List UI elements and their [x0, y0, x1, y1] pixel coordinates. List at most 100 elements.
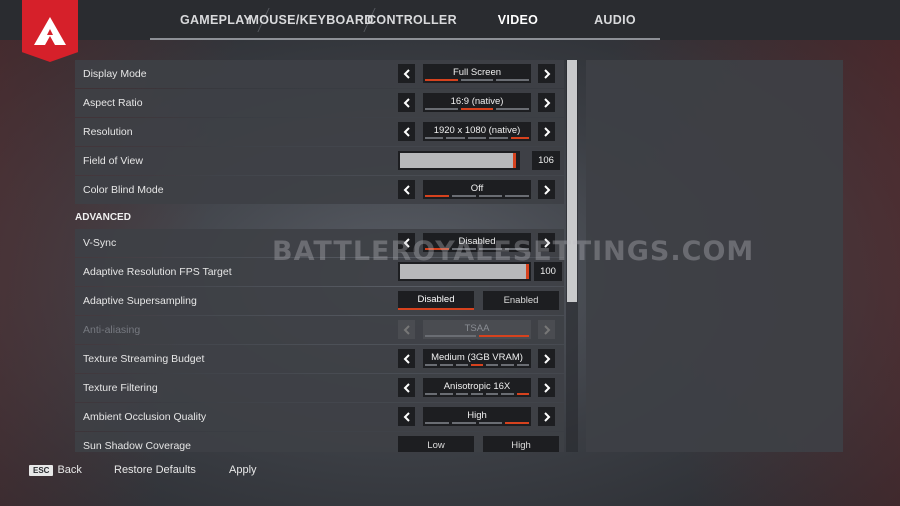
chevron-right-icon — [543, 184, 550, 195]
slider-handle[interactable] — [526, 264, 529, 279]
setting-label: Adaptive Supersampling — [83, 295, 197, 307]
option-ticks — [425, 248, 529, 250]
prev-option-button[interactable] — [398, 180, 415, 199]
next-option-button[interactable] — [538, 93, 555, 112]
selected-value: Disabled — [458, 235, 496, 247]
option-selector: High — [423, 407, 531, 426]
disabled-option-button[interactable]: Disabled — [398, 291, 474, 310]
setting-label: Texture Filtering — [83, 382, 158, 394]
option-ticks — [425, 137, 530, 139]
option-selector: Full Screen — [423, 64, 531, 83]
option-selector: Off — [423, 180, 531, 199]
selected-value: High — [467, 409, 487, 421]
selected-value: Off — [470, 182, 484, 194]
selected-value: 1920 x 1080 (native) — [433, 124, 521, 136]
option-selector: Medium (3GB VRAM) — [423, 349, 531, 368]
high-option-button[interactable]: High — [483, 436, 559, 452]
selected-value: Anisotropic 16X — [443, 380, 511, 392]
tab-gameplay[interactable]: GAMEPLAY — [174, 0, 270, 40]
chevron-right-icon — [543, 324, 550, 335]
chevron-right-icon — [543, 353, 550, 364]
chevron-left-icon — [403, 126, 410, 137]
settings-scrollbar[interactable] — [566, 60, 578, 452]
setting-adaptive-resolution-fps: Adaptive Resolution FPS Target 100 — [75, 258, 564, 286]
selected-value: Full Screen — [452, 66, 502, 78]
fov-slider[interactable] — [398, 151, 520, 170]
setting-color-blind-mode: Color Blind Mode Off — [75, 176, 564, 204]
next-option-button[interactable] — [538, 378, 555, 397]
setting-label: Texture Streaming Budget — [83, 353, 205, 365]
tab-mouse-keyboard[interactable]: MOUSE/KEYBOARD — [248, 0, 376, 40]
prev-option-button[interactable] — [398, 64, 415, 83]
footer-bar: ESC Back Restore Defaults Apply — [0, 458, 900, 486]
chevron-left-icon — [403, 237, 410, 248]
prev-option-button[interactable] — [398, 122, 415, 141]
apply-label: Apply — [229, 464, 257, 476]
scrollbar-thumb[interactable] — [567, 60, 577, 302]
next-option-button[interactable] — [538, 180, 555, 199]
restore-defaults-label: Restore Defaults — [114, 464, 196, 476]
chevron-left-icon — [403, 97, 410, 108]
tab-label: VIDEO — [497, 13, 539, 27]
tab-audio[interactable]: AUDIO — [576, 0, 654, 40]
enabled-option-button[interactable]: Enabled — [483, 291, 559, 310]
chevron-left-icon — [403, 184, 410, 195]
fps-target-slider[interactable] — [398, 262, 531, 281]
back-button[interactable]: ESC Back — [29, 464, 82, 476]
prev-option-button[interactable] — [398, 407, 415, 426]
option-selector: Anisotropic 16X — [423, 378, 531, 397]
setting-label: Field of View — [83, 155, 143, 167]
tab-label: GAMEPLAY — [179, 13, 253, 27]
setting-resolution: Resolution 1920 x 1080 (native) — [75, 118, 564, 146]
setting-sun-shadow-coverage: Sun Shadow Coverage Low High — [75, 432, 564, 452]
prev-option-button — [398, 320, 415, 339]
setting-aspect-ratio: Aspect Ratio 16:9 (native) — [75, 89, 564, 117]
setting-label: V-Sync — [83, 237, 117, 249]
prev-option-button[interactable] — [398, 93, 415, 112]
chevron-right-icon — [543, 382, 550, 393]
chevron-right-icon — [543, 126, 550, 137]
chevron-left-icon — [403, 324, 410, 335]
settings-tabs: GAMEPLAY MOUSE/KEYBOARD CONTROLLER VIDEO… — [174, 0, 654, 40]
setting-texture-streaming-budget: Texture Streaming Budget Medium (3GB VRA… — [75, 345, 564, 373]
prev-option-button[interactable] — [398, 349, 415, 368]
next-option-button[interactable] — [538, 233, 555, 252]
slider-value: 106 — [532, 151, 560, 170]
next-option-button[interactable] — [538, 349, 555, 368]
setting-display-mode: Display Mode Full Screen — [75, 60, 564, 88]
chevron-right-icon — [543, 237, 550, 248]
option-ticks — [425, 364, 529, 366]
selected-value: 16:9 (native) — [450, 95, 504, 107]
low-option-button[interactable]: Low — [398, 436, 474, 452]
next-option-button[interactable] — [538, 122, 555, 141]
slider-fill — [400, 153, 513, 168]
tab-label: MOUSE/KEYBOARD — [248, 13, 374, 27]
next-option-button[interactable] — [538, 407, 555, 426]
chevron-left-icon — [403, 68, 410, 79]
option-selector: Disabled — [423, 233, 531, 252]
tab-video[interactable]: VIDEO — [460, 0, 576, 40]
option-ticks — [425, 79, 530, 81]
setting-label: Sun Shadow Coverage — [83, 440, 191, 452]
prev-option-button[interactable] — [398, 378, 415, 397]
option-ticks — [425, 108, 530, 110]
chevron-right-icon — [543, 68, 550, 79]
restore-defaults-button[interactable]: Restore Defaults — [114, 464, 196, 476]
apply-button[interactable]: Apply — [229, 464, 257, 476]
setting-label: Ambient Occlusion Quality — [83, 411, 207, 423]
setting-label: Aspect Ratio — [83, 97, 143, 109]
option-ticks — [425, 335, 529, 337]
slider-value: 100 — [534, 262, 562, 281]
back-label: Back — [57, 464, 82, 476]
setting-ambient-occlusion: Ambient Occlusion Quality High — [75, 403, 564, 431]
tab-controller[interactable]: CONTROLLER — [364, 0, 460, 40]
option-selector: TSAA — [423, 320, 531, 339]
apex-logo — [22, 0, 78, 62]
selected-value: Medium (3GB VRAM) — [431, 351, 523, 363]
setting-field-of-view: Field of View 106 — [75, 147, 564, 175]
next-option-button — [538, 320, 555, 339]
prev-option-button[interactable] — [398, 233, 415, 252]
option-ticks — [425, 393, 529, 395]
slider-handle[interactable] — [513, 153, 516, 168]
next-option-button[interactable] — [538, 64, 555, 83]
